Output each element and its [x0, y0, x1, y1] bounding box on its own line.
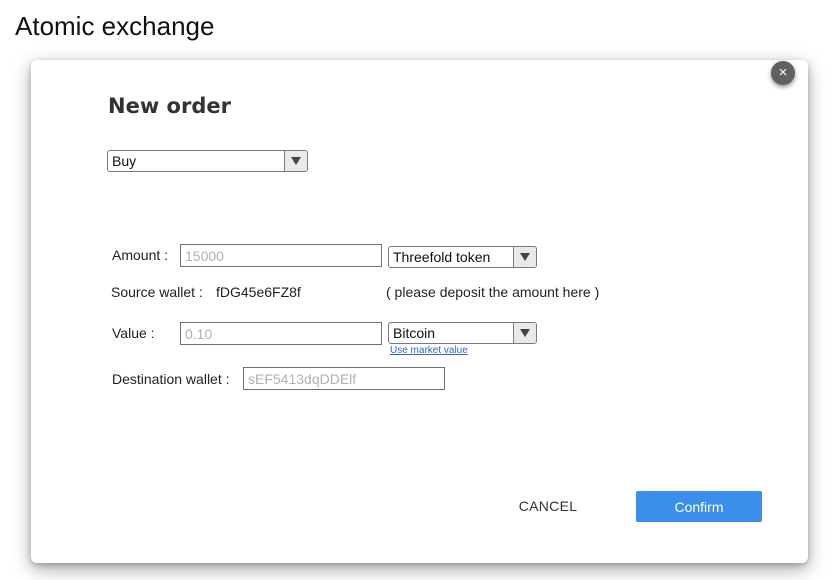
amount-input[interactable] — [180, 244, 382, 267]
destination-wallet-input[interactable] — [243, 367, 445, 390]
currency-select[interactable]: Bitcoin — [388, 322, 537, 344]
value-label: Value : — [112, 325, 155, 341]
chevron-down-icon — [513, 247, 536, 267]
amount-label: Amount : — [112, 247, 169, 263]
token-select[interactable]: Threefold token — [388, 246, 537, 268]
source-wallet-label: Source wallet : — [111, 284, 203, 300]
chevron-down-icon — [513, 323, 536, 343]
token-value: Threefold token — [393, 249, 491, 265]
order-type-value: Buy — [112, 153, 137, 169]
destination-wallet-label: Destination wallet : — [112, 371, 230, 387]
close-button[interactable]: × — [771, 61, 795, 85]
source-wallet-address: fDG45e6FZ8f — [216, 284, 301, 300]
page-title: Atomic exchange — [15, 11, 215, 41]
new-order-dialog: New order Buy Amount : Threefold token S… — [31, 60, 808, 563]
use-market-value-link[interactable]: Use market value — [390, 345, 468, 356]
chevron-down-icon — [284, 151, 307, 171]
close-icon: × — [778, 64, 788, 81]
value-input[interactable] — [180, 322, 382, 345]
cancel-button[interactable]: CANCEL — [511, 494, 585, 518]
order-type-select[interactable]: Buy — [107, 150, 308, 172]
deposit-note: ( please deposit the amount here ) — [386, 284, 600, 300]
confirm-button[interactable]: Confirm — [636, 491, 762, 522]
dialog-title: New order — [108, 94, 231, 118]
currency-value: Bitcoin — [393, 325, 436, 341]
